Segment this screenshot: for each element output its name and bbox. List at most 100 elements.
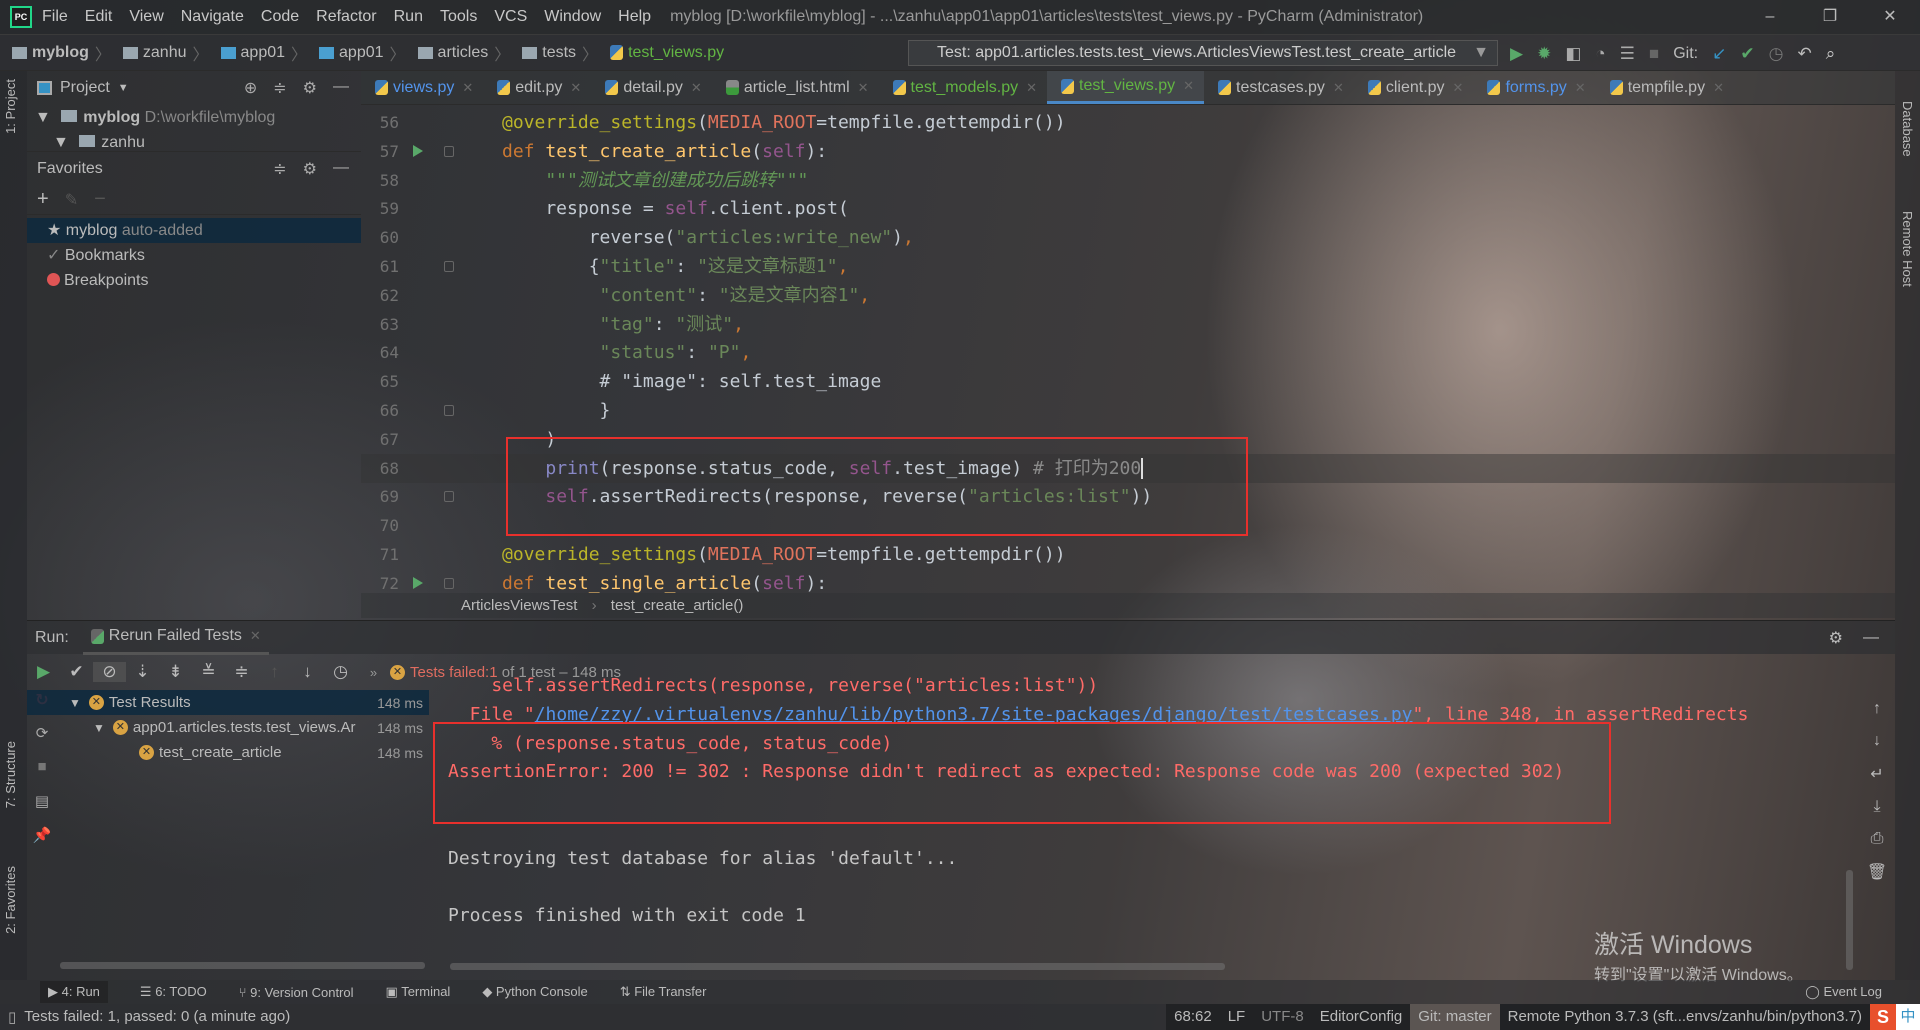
project-view-selector[interactable]: Project [60,79,110,97]
tab-views-py[interactable]: views.py ✕ [361,71,483,104]
fold-marker-icon[interactable] [444,261,454,272]
expand-arrow-icon[interactable]: ▼ [93,721,105,735]
menu-file[interactable]: File [42,8,68,26]
menu-tools[interactable]: Tools [440,8,477,26]
tool-file-transfer[interactable]: ⇅ File Transfer [620,984,707,1000]
tool-version-control[interactable]: ⑂ 9: Version Control [239,985,354,1000]
remote-host-tool-button[interactable]: Remote Host [1900,211,1915,287]
ime-mode-indicator[interactable]: 中 [1896,1004,1920,1030]
menu-refactor[interactable]: Refactor [316,8,376,26]
menu-view[interactable]: View [129,8,163,26]
code-line[interactable]: 59 response = self.client.post( [361,194,1895,223]
print-icon[interactable]: ⎙ [1866,830,1888,848]
expand-arrow-icon[interactable]: ▼ [69,696,81,710]
close-button[interactable]: ✕ [1860,0,1920,34]
minimize-button[interactable]: – [1740,0,1800,34]
add-icon[interactable]: + [37,188,49,211]
run-icon[interactable]: ▶ [1510,44,1523,64]
project-tool-button[interactable]: 1: Project [3,79,18,134]
caret-position[interactable]: 68:62 [1166,1004,1220,1030]
code-line[interactable]: 72 def test_single_article(self): [361,569,1895,593]
tab-detail-py[interactable]: detail.py ✕ [591,71,712,104]
git-commit-icon[interactable]: ✔ [1740,44,1754,64]
close-tab-icon[interactable]: ✕ [858,80,869,96]
restore-button[interactable]: ❐ [1800,0,1860,34]
tree-horizontal-scrollbar[interactable] [60,962,425,969]
collapse-all-icon[interactable]: ≑ [225,662,258,682]
gear-icon[interactable]: ⚙ [1829,628,1843,648]
favorites-item-myblog[interactable]: ★ myblog auto-added [27,218,361,243]
fold-marker-icon[interactable] [444,145,454,157]
structure-tool-button[interactable]: 7: Structure [3,741,18,808]
profile-icon[interactable]: ◔ [1595,44,1605,64]
tab-forms-py[interactable]: forms.py ✕ [1473,71,1595,104]
code-line[interactable]: 62 "content": "这是文章内容1", [361,281,1895,310]
collapse-all-icon[interactable]: ≑ [273,159,286,179]
tool-terminal[interactable]: ▣ Terminal [386,984,451,1000]
code-line[interactable]: 60 reverse("articles:write_new"), [361,223,1895,252]
run-test-gutter-icon[interactable] [413,576,423,589]
expand-arrow-icon[interactable]: ▼ [53,134,73,151]
code-line[interactable]: 65 # "image": self.test_image [361,367,1895,396]
tool-python-console[interactable]: ◆ Python Console [482,984,587,1000]
fold-marker-icon[interactable] [444,491,454,503]
close-tab-icon[interactable]: ✕ [250,628,261,644]
breadcrumb-app01[interactable]: app01 〉 [220,41,307,65]
run-configuration-dropdown[interactable]: Test: app01.articles.tests.test_views.Ar… [908,40,1498,66]
console-horizontal-scrollbar[interactable] [450,963,1225,970]
breadcrumb-test-views[interactable]: test_views.py [610,44,724,62]
code-line[interactable]: 63 "tag": "测试", [361,310,1895,339]
event-log-button[interactable]: ◯ Event Log [1805,984,1882,1000]
tool-run[interactable]: ▶ 4: Run [40,981,108,1003]
favorites-tool-button[interactable]: 2: Favorites [3,866,18,934]
soft-wrap-icon[interactable]: ↵ [1866,764,1888,784]
menu-code[interactable]: Code [261,8,299,26]
expand-all-icon[interactable]: ≚ [192,662,225,682]
status-toggle-icon[interactable]: ▯ [8,1008,16,1026]
fold-marker-icon[interactable] [444,405,454,416]
menu-help[interactable]: Help [618,8,651,26]
expand-arrow-icon[interactable]: ▼ [35,109,55,126]
close-tab-icon[interactable]: ✕ [1575,80,1586,96]
tree-item-zanhu[interactable]: ▼ zanhu [27,130,361,151]
hide-icon[interactable]: — [333,78,349,98]
code-line[interactable]: 71 @override_settings(MEDIA_ROOT=tempfile… [361,540,1895,569]
close-tab-icon[interactable]: ✕ [1713,80,1724,96]
close-tab-icon[interactable]: ✕ [1333,80,1344,96]
gear-icon[interactable]: ⚙ [303,78,317,98]
hide-icon[interactable]: — [333,159,349,179]
chevron-down-icon[interactable]: ▼ [118,82,129,94]
run-test-gutter-icon[interactable] [413,144,423,157]
tab-article-list-html[interactable]: article_list.html ✕ [712,71,879,104]
sort-by-duration-icon[interactable]: ⇟ [159,662,192,682]
code-line[interactable]: 64 "status": "P", [361,338,1895,367]
database-tool-button[interactable]: Database [1900,101,1915,157]
concurrency-icon[interactable]: ☰ [1620,44,1635,64]
trash-icon[interactable]: 🗑 [1866,862,1888,882]
next-failed-icon[interactable]: ↓ [291,662,324,682]
tab-test-views-py[interactable]: test_views.py ✕ [1047,71,1204,104]
show-ignored-icon[interactable]: ⊘ [93,662,126,682]
python-interpreter[interactable]: Remote Python 3.7.3 (sft...envs/zanhu/bi… [1499,1004,1870,1030]
status-message[interactable]: Tests failed: 1, passed: 0 (a minute ago… [16,1004,298,1030]
menu-vcs[interactable]: VCS [494,8,527,26]
code-line[interactable]: 58 """测试文章创建成功后跳转""" [361,166,1895,195]
show-passed-icon[interactable]: ✔ [60,662,93,682]
close-tab-icon[interactable]: ✕ [1453,80,1464,96]
test-tree-item-method[interactable]: ✕ test_create_article 148 ms [27,740,429,765]
search-icon[interactable]: ⌕ [1826,44,1836,64]
git-rollback-icon[interactable]: ↶ [1797,44,1811,64]
breadcrumb-app01-inner[interactable]: app01 〉 [319,41,406,65]
code-line[interactable]: 61 {"title": "这是文章标题1", [361,252,1895,281]
breadcrumb-articles[interactable]: articles 〉 [417,41,510,65]
test-tree-item-root[interactable]: ▼ ✕ Test Results 148 ms [27,690,429,715]
test-history-icon[interactable]: ◷ [324,662,357,682]
fold-marker-icon[interactable] [444,577,454,589]
locate-icon[interactable]: ⊕ [244,78,257,98]
close-tab-icon[interactable]: ✕ [1183,78,1194,94]
rerun-icon[interactable]: ▶ [27,662,60,682]
close-tab-icon[interactable]: ✕ [570,80,581,96]
menu-edit[interactable]: Edit [85,8,113,26]
breadcrumb-class[interactable]: ArticlesViewsTest [461,597,577,614]
run-tab-rerun-failed-tests[interactable]: Rerun Failed Tests ✕ [82,621,269,655]
